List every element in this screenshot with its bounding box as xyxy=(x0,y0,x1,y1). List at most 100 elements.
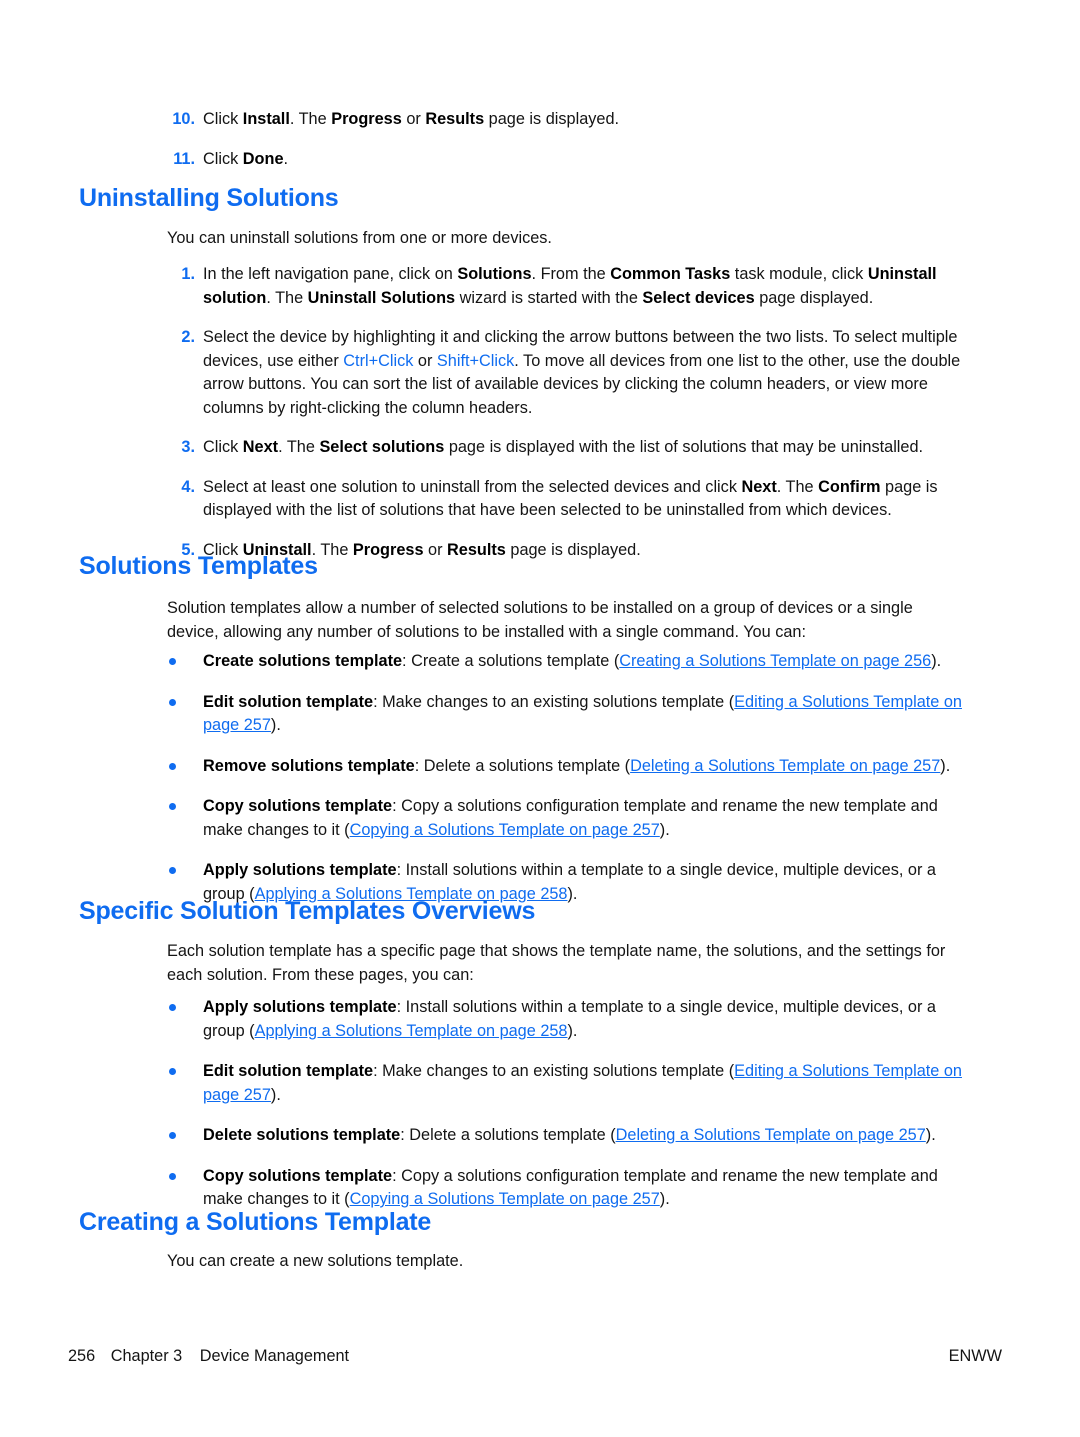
step-number: 11. xyxy=(173,149,195,168)
step-number: 1. xyxy=(181,265,195,283)
bullet-list-solutions-templates: Create solutions template: Create a solu… xyxy=(0,650,1080,906)
numbered-step: 2. Select the device by highlighting it a… xyxy=(0,326,1080,420)
footer-imprint: ENWW xyxy=(948,1347,1002,1365)
bullet-item: Edit solution template: Make changes to … xyxy=(0,691,1080,738)
bold-term: Select solutions xyxy=(319,438,445,456)
bullet-text: Copy solutions template: Copy a solution… xyxy=(203,795,966,842)
numbered-step: 4. Select at least one solution to uninst… xyxy=(0,476,1080,523)
footer-chapter: Chapter 3 xyxy=(110,1347,183,1365)
text-run: ). xyxy=(659,1190,670,1208)
text-run: . xyxy=(283,149,289,168)
text-run: or xyxy=(423,540,448,559)
text-run: ). xyxy=(659,820,670,839)
text-run: ). xyxy=(567,884,578,903)
bold-term: Next xyxy=(741,477,777,496)
step-text: Click Next. The Select solutions page is… xyxy=(203,436,962,460)
step-text: Click Done. xyxy=(203,148,962,172)
bold-term: Delete solutions template xyxy=(203,1126,401,1144)
text-run: . The xyxy=(289,110,332,128)
bullet-dot-icon xyxy=(169,762,176,770)
bullet-text: Delete solutions template: Delete a solu… xyxy=(203,1124,966,1148)
cross-reference-link[interactable]: Copying a Solutions Template on page 257 xyxy=(350,1190,660,1208)
bullet-dot-icon xyxy=(169,867,176,874)
bullet-text: Edit solution template: Make changes to … xyxy=(203,691,966,738)
text-run: . The xyxy=(776,477,819,496)
bold-term: Done xyxy=(242,149,284,168)
bold-term: Apply solutions template xyxy=(203,861,397,879)
bold-term: Confirm xyxy=(818,477,881,496)
key-combo-link[interactable]: Shift+Click xyxy=(437,352,514,370)
text-run: Click xyxy=(203,110,243,128)
text-run: : Delete a solutions template ( xyxy=(400,1126,616,1144)
bold-term: Progress xyxy=(331,110,402,128)
paragraph-uninstalling-intro: You can uninstall solutions from one or … xyxy=(167,229,552,247)
bullet-item: Edit solution template: Make changes to … xyxy=(0,1060,1080,1107)
bullet-item: Delete solutions template: Delete a solu… xyxy=(0,1124,1080,1148)
text-run: . From the xyxy=(531,265,611,283)
heading-specific-solution-templates-overviews: Specific Solution Templates Overviews xyxy=(79,897,536,925)
text-run: or xyxy=(401,110,426,128)
text-run: wizard is started with the xyxy=(455,288,643,307)
heading-creating-a-solutions-template: Creating a Solutions Template xyxy=(79,1208,432,1236)
text-run: task module, click xyxy=(730,265,868,283)
page-footer: 256 Chapter 3 Device Management ENWW xyxy=(0,1345,1080,1369)
bold-term: Edit solution template xyxy=(203,1062,374,1080)
step-number: 4. xyxy=(181,477,195,496)
cross-reference-link[interactable]: Creating a Solutions Template on page 25… xyxy=(619,652,931,670)
bullet-dot-icon xyxy=(169,1132,176,1139)
bold-term: Results xyxy=(425,110,485,128)
bullet-text: Remove solutions template: Delete a solu… xyxy=(203,755,966,779)
bullet-dot-icon xyxy=(169,1004,176,1011)
bullet-dot-icon xyxy=(169,803,176,810)
text-run: ). xyxy=(567,1021,578,1040)
bullet-item: Remove solutions template: Delete a solu… xyxy=(0,755,1080,779)
paragraph-specific-overviews-intro: Each solution template has a specific pa… xyxy=(167,942,946,984)
numbered-step: 11. Click Done. xyxy=(0,148,1080,172)
footer-left-group: 256 Chapter 3 Device Management xyxy=(68,1345,349,1367)
bold-term: Uninstall Solutions xyxy=(307,288,456,307)
text-run: : Delete a solutions template ( xyxy=(414,756,631,775)
bullet-item: Copy solutions template: Copy a solution… xyxy=(0,795,1080,842)
bullet-item: Apply solutions template: Install soluti… xyxy=(0,996,1080,1043)
bold-term: Results xyxy=(447,540,506,559)
step-text: Select the device by highlighting it and… xyxy=(203,326,962,420)
bullet-list-specific-overviews: Apply solutions template: Install soluti… xyxy=(0,996,1080,1212)
numbered-step: 1. In the left navigation pane, click on … xyxy=(0,263,1080,310)
paragraph-solutions-templates-intro: Solution templates allow a number of sel… xyxy=(167,599,913,641)
numbered-steps-uninstalling: 1. In the left navigation pane, click on … xyxy=(0,263,1080,562)
text-run: or xyxy=(413,351,437,370)
key-combo-link[interactable]: Ctrl+Click xyxy=(343,352,413,370)
bullet-item: Create solutions template: Create a solu… xyxy=(0,650,1080,674)
bold-term: Copy solutions template xyxy=(203,797,393,815)
bold-term: Apply solutions template xyxy=(203,998,397,1016)
text-run: page is displayed. xyxy=(505,540,641,559)
footer-chapter-title: Device Management xyxy=(199,1347,350,1365)
bullet-dot-icon xyxy=(169,658,176,665)
bullet-text: Copy solutions template: Copy a solution… xyxy=(203,1165,966,1212)
heading-solutions-templates: Solutions Templates xyxy=(79,552,318,580)
bullet-text: Apply solutions template: Install soluti… xyxy=(203,996,966,1043)
footer-page-number: 256 xyxy=(68,1347,96,1365)
text-run: : Make changes to an existing solutions … xyxy=(373,692,735,711)
cross-reference-link[interactable]: Copying a Solutions Template on page 257 xyxy=(350,821,660,839)
text-run: page displayed. xyxy=(754,288,874,307)
cross-reference-link[interactable]: Applying a Solutions Template on page 25… xyxy=(255,1022,568,1040)
bullet-text: Edit solution template: Make changes to … xyxy=(203,1060,966,1107)
bold-term: Common Tasks xyxy=(610,265,731,283)
step-number: 3. xyxy=(181,438,195,456)
cross-reference-link[interactable]: Deleting a Solutions Template on page 25… xyxy=(630,757,940,775)
bold-term: Create solutions template xyxy=(203,652,403,670)
text-run: ). xyxy=(940,756,951,775)
bullet-dot-icon xyxy=(169,698,176,706)
bold-term: Remove solutions template xyxy=(203,756,415,775)
step-number: 10. xyxy=(172,110,195,128)
text-run: ). xyxy=(270,1085,281,1104)
text-run: In the left navigation pane, click on xyxy=(203,265,458,283)
bullet-text: Create solutions template: Create a solu… xyxy=(203,650,966,674)
paragraph-creating-intro: You can create a new solutions template. xyxy=(167,1252,464,1270)
bullet-item: Copy solutions template: Copy a solution… xyxy=(0,1165,1080,1212)
cross-reference-link[interactable]: Deleting a Solutions Template on page 25… xyxy=(616,1126,926,1144)
step-number: 2. xyxy=(181,328,195,346)
bullet-dot-icon xyxy=(169,1172,176,1180)
numbered-step: 3. Click Next. The Select solutions page … xyxy=(0,436,1080,460)
